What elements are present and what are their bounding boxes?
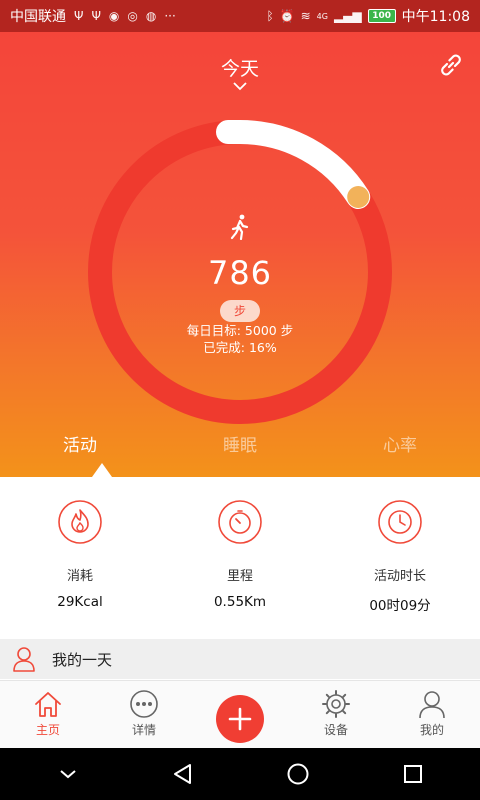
alarm-icon: ⏰: [279, 9, 295, 23]
more-notifications: ···: [164, 9, 176, 23]
device-icon: [322, 690, 350, 718]
activity-stats: 消耗 29Kcal 里程 0.55Km 活动时长 00时09分: [0, 477, 480, 639]
nav-label: 我的: [419, 723, 444, 737]
daily-goal: 每日目标: 5000 步: [186, 323, 294, 338]
recents-square-icon: [403, 765, 422, 783]
collapse-button[interactable]: [53, 759, 83, 789]
home-button[interactable]: [283, 759, 313, 789]
activity-hero: 今天 786 步 每日目标: 5000 步 已完成: 16% 活动 睡眠 心率: [0, 32, 480, 477]
stat-calories[interactable]: 消耗 29Kcal: [0, 477, 160, 639]
tab-activity[interactable]: 活动: [0, 432, 160, 477]
completed-percent: 已完成: 16%: [203, 340, 277, 355]
bluetooth-icon: ᛒ: [266, 9, 274, 23]
home-circle-icon: [287, 763, 308, 785]
nav-label: 主页: [35, 723, 60, 737]
step-count: 786: [207, 254, 273, 292]
status-bar: 中国联通 Ψ Ψ ◉ ◎ ◍ ··· ᛒ ⏰ ≋ 4G ▂▄▆ 100 中午11…: [0, 0, 480, 32]
nav-home[interactable]: 主页: [0, 681, 96, 748]
screen: 中国联通 Ψ Ψ ◉ ◎ ◍ ··· ᛒ ⏰ ≋ 4G ▂▄▆ 100 中午11…: [0, 0, 480, 800]
stat-duration[interactable]: 活动时长 00时09分: [320, 477, 480, 639]
date-selector[interactable]: 今天: [190, 54, 290, 91]
back-triangle-icon: [173, 764, 191, 784]
usb-icon: Ψ: [74, 9, 84, 23]
add-button[interactable]: [216, 695, 264, 743]
active-tab-indicator: [92, 463, 112, 477]
user-icon: [13, 647, 35, 672]
battery-icon: 100: [367, 9, 396, 23]
profile-icon: [419, 691, 445, 719]
flame-icon: [58, 500, 102, 544]
network-type: 4G: [316, 11, 328, 21]
ring-center: 786 步 每日目标: 5000 步 已完成: 16%: [140, 214, 340, 356]
weibo-icon: ◍: [145, 9, 157, 23]
date-label: 今天: [220, 58, 259, 80]
usb-icon: Ψ: [91, 9, 101, 23]
nav-details[interactable]: 详情: [96, 681, 192, 748]
chevron-down-icon: [233, 82, 247, 91]
recents-button[interactable]: [398, 759, 428, 789]
stat-label: 活动时长: [373, 569, 426, 584]
tab-sleep[interactable]: 睡眠: [160, 432, 320, 477]
stat-value: 0.55Km: [213, 594, 267, 610]
stat-label: 里程: [226, 569, 253, 584]
home-icon: [35, 692, 61, 717]
clock-icon: [378, 500, 422, 544]
wifi-icon: ≋: [300, 9, 311, 23]
chevron-down-icon: [59, 770, 76, 779]
nav-label: 设备: [323, 723, 348, 737]
stat-label: 消耗: [66, 569, 93, 584]
signal-icon: ▂▄▆: [333, 9, 362, 23]
clock: 中午11:08: [401, 9, 470, 25]
step-unit-badge: 步: [220, 300, 260, 322]
link-icon[interactable]: [436, 50, 466, 80]
nav-device[interactable]: 设备: [288, 681, 384, 748]
back-button[interactable]: [168, 759, 198, 789]
system-navigation-bar: [0, 748, 480, 800]
ring-progress: [216, 120, 371, 209]
tab-heart-rate[interactable]: 心率: [320, 432, 480, 477]
app-notification-icon: ◉: [108, 9, 120, 23]
status-right: ᛒ ⏰ ≋ 4G ▂▄▆ 100 中午11:08: [266, 6, 470, 26]
bottom-nav: 主页 详情 设备 我的: [0, 680, 480, 748]
more-dots-icon: [130, 690, 158, 718]
ring-progress-knob: [347, 185, 370, 208]
nav-profile[interactable]: 我的: [384, 681, 480, 748]
walking-icon: [230, 214, 249, 240]
carrier-label: 中国联通: [10, 9, 66, 25]
stat-value: 29Kcal: [57, 594, 103, 610]
my-day-row[interactable]: 我的一天: [0, 639, 480, 679]
my-day-label: 我的一天: [52, 650, 113, 669]
stat-value: 00时09分: [369, 598, 431, 614]
nav-add[interactable]: [192, 681, 288, 748]
plus-icon: [228, 707, 252, 731]
metric-tabs: 活动 睡眠 心率: [0, 432, 480, 477]
app-notification-icon: ◎: [127, 9, 138, 23]
stat-distance[interactable]: 里程 0.55Km: [160, 477, 320, 639]
nav-label: 详情: [131, 723, 156, 737]
gauge-icon: [218, 500, 262, 544]
status-left: 中国联通 Ψ Ψ ◉ ◎ ◍ ···: [10, 6, 176, 26]
